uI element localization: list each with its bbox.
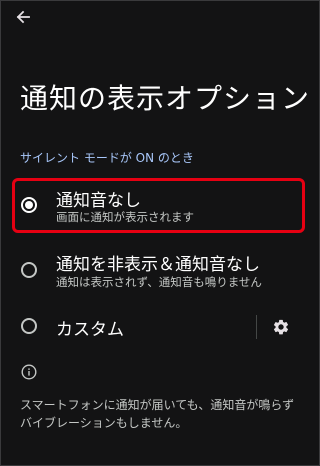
- radio-button[interactable]: [21, 318, 37, 334]
- footer-note-line: バイブレーションもしません。: [20, 416, 188, 430]
- option-title: 通知を非表示＆通知音なし: [56, 255, 260, 275]
- option-custom[interactable]: カスタム: [1, 306, 251, 346]
- divider: [256, 315, 257, 339]
- option-title: カスタム: [56, 320, 124, 340]
- radio-button[interactable]: [21, 262, 37, 278]
- footer-note-line: スマートフォンに通知が届いても、通知音が鳴らず: [20, 398, 295, 412]
- option-hide-and-no-sound[interactable]: 通知を非表示＆通知音なし 通知は表示されず、通知音も鳴りません: [1, 246, 320, 296]
- notification-display-options-screen: 通知の表示オプション サイレント モードが ON のとき 通知音なし 画面に通知…: [0, 0, 320, 466]
- info-icon: [21, 364, 37, 380]
- section-header: サイレント モードが ON のとき: [20, 151, 194, 165]
- custom-settings-button[interactable]: [269, 315, 293, 339]
- option-subtitle: 画面に通知が表示されます: [56, 210, 194, 224]
- option-subtitle: 通知は表示されず、通知音も鳴りません: [56, 275, 262, 289]
- footer-note: スマートフォンに通知が届いても、通知音が鳴らず バイブレーションもしません。: [20, 396, 315, 432]
- arrow-back-icon: [16, 10, 30, 24]
- page-title: 通知の表示オプション: [20, 82, 311, 115]
- back-button[interactable]: [9, 5, 37, 29]
- radio-button-selected[interactable]: [21, 197, 37, 213]
- option-no-sound[interactable]: 通知音なし 画面に通知が表示されます: [1, 178, 320, 233]
- option-title: 通知音なし: [56, 191, 141, 211]
- gear-icon: [273, 319, 289, 335]
